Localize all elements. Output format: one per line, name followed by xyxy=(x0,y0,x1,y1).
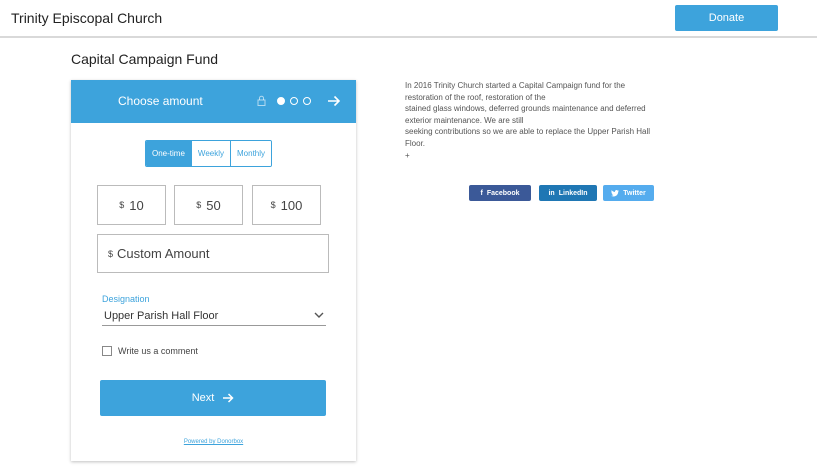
currency-symbol: $ xyxy=(196,200,202,210)
designation-value: Upper Parish Hall Floor xyxy=(104,310,219,322)
custom-amount-input[interactable]: $ Custom Amount xyxy=(97,234,329,273)
share-twitter-button[interactable]: Twitter xyxy=(603,185,654,201)
description-line: + xyxy=(405,150,410,160)
arrow-right-icon xyxy=(223,393,234,403)
share-twitter-label: Twitter xyxy=(623,189,646,197)
campaign-description: In 2016 Trinity Church started a Capital… xyxy=(405,80,725,161)
linkedin-icon: in xyxy=(548,189,555,197)
facebook-icon: f xyxy=(480,189,483,197)
page-title: Capital Campaign Fund xyxy=(71,51,219,67)
lock-icon xyxy=(257,95,266,106)
chevron-down-icon xyxy=(314,312,324,318)
description-line: restoration of the roof, restoration of … xyxy=(405,92,546,102)
share-facebook-button[interactable]: f Facebook xyxy=(469,185,531,201)
powered-by-link[interactable]: Powered by Donorbox xyxy=(71,439,356,445)
next-button[interactable]: Next xyxy=(100,380,326,416)
description-line: In 2016 Trinity Church started a Capital… xyxy=(405,81,626,90)
donate-button[interactable]: Donate xyxy=(675,5,778,31)
frequency-toggle: One-time Weekly Monthly xyxy=(145,140,273,167)
share-facebook-label: Facebook xyxy=(486,189,520,197)
currency-symbol: $ xyxy=(119,200,125,210)
amount-option-100[interactable]: $ 100 xyxy=(252,185,321,225)
amount-value: 10 xyxy=(129,197,144,213)
custom-amount-placeholder: Custom Amount xyxy=(117,246,210,261)
step-title: Choose amount xyxy=(118,94,203,108)
step-dot-3 xyxy=(303,97,311,105)
comment-label: Write us a comment xyxy=(118,346,198,356)
description-line: seeking contributions so we are able to … xyxy=(405,127,651,137)
twitter-icon xyxy=(611,189,620,196)
next-label: Next xyxy=(191,392,215,404)
description-line: exterior maintenance. We are still xyxy=(405,115,524,125)
comment-toggle[interactable]: Write us a comment xyxy=(102,346,198,356)
step-dot-1 xyxy=(277,97,285,105)
widget-header: Choose amount xyxy=(71,80,356,123)
frequency-monthly[interactable]: Monthly xyxy=(230,141,272,166)
designation-select[interactable]: Upper Parish Hall Floor xyxy=(102,306,326,326)
frequency-one-time[interactable]: One-time xyxy=(146,141,191,166)
donation-widget: Choose amount One-time Weekly Monthly $ … xyxy=(71,80,356,461)
frequency-weekly[interactable]: Weekly xyxy=(190,141,230,166)
description-line: stained glass windows, deferred grounds … xyxy=(405,104,646,114)
share-linkedin-label: LinkedIn xyxy=(558,189,588,197)
site-title[interactable]: Trinity Episcopal Church xyxy=(11,10,162,26)
description-line: Floor. xyxy=(405,138,426,148)
comment-checkbox[interactable] xyxy=(102,346,112,356)
top-bar: Trinity Episcopal Church Donate xyxy=(0,0,817,38)
designation-label: Designation xyxy=(102,294,150,304)
amount-value: 50 xyxy=(206,197,221,213)
arrow-right-icon[interactable] xyxy=(327,94,341,108)
amount-option-10[interactable]: $ 10 xyxy=(97,185,166,225)
share-linkedin-button[interactable]: in LinkedIn xyxy=(539,185,597,201)
currency-symbol: $ xyxy=(108,248,114,259)
step-dot-2 xyxy=(290,97,298,105)
amount-option-50[interactable]: $ 50 xyxy=(174,185,243,225)
currency-symbol: $ xyxy=(270,200,276,210)
amount-value: 100 xyxy=(280,197,303,213)
